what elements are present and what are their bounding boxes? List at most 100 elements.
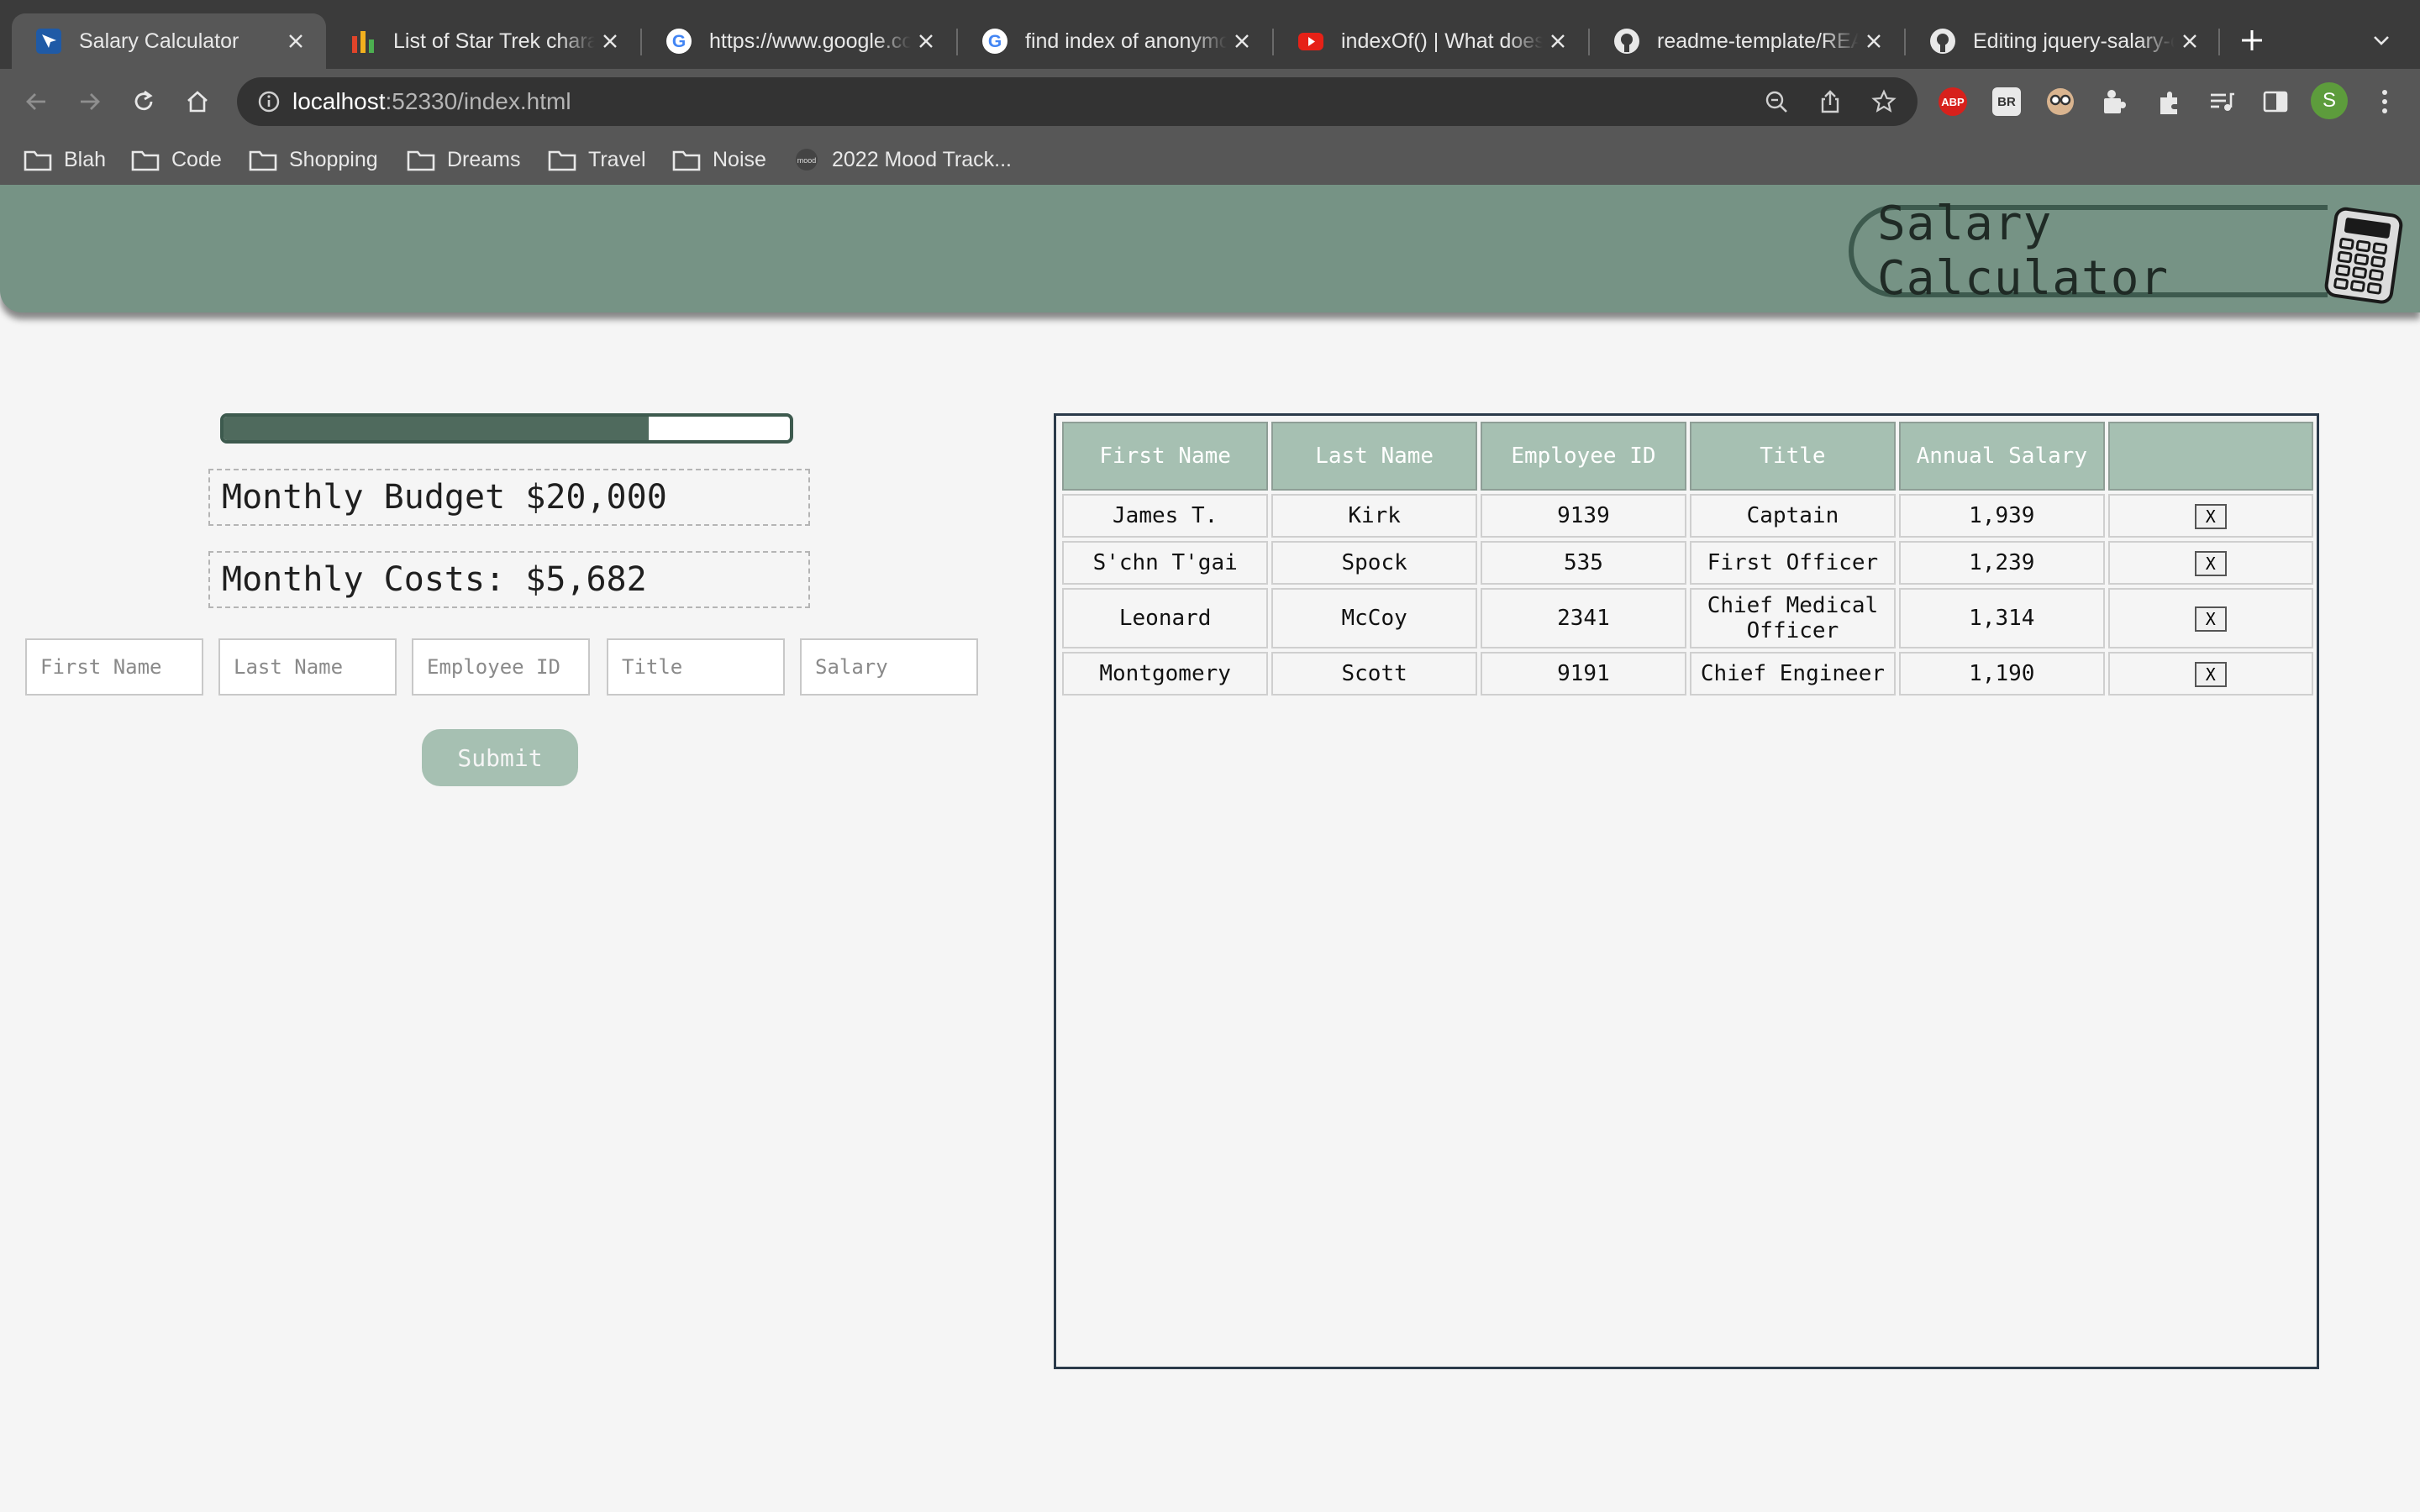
close-tab-icon[interactable] (911, 26, 941, 56)
chevron-down-icon (2374, 36, 2389, 45)
tab-title: Salary Calculator (79, 29, 239, 53)
tab-readme-template[interactable]: readme-template/README (1590, 13, 1904, 69)
bookmark-folder-travel[interactable]: Travel (548, 143, 646, 176)
kebab-menu-icon[interactable] (2368, 85, 2402, 118)
submit-button[interactable]: Submit (422, 729, 578, 786)
title-input[interactable] (607, 638, 785, 696)
br-extension-icon[interactable]: BR (1990, 85, 2023, 118)
side-panel-icon[interactable] (2259, 85, 2292, 118)
back-button[interactable] (17, 82, 55, 121)
table-header-row: First Name Last Name Employee ID Title A… (1062, 422, 2313, 491)
tab-title: List of Star Trek characters (393, 29, 595, 53)
employee-id-input[interactable] (412, 638, 590, 696)
close-tab-icon[interactable] (1227, 26, 1257, 56)
close-tab-icon[interactable] (595, 26, 625, 56)
star-icon[interactable] (1869, 87, 1899, 117)
arrow-right-icon (81, 93, 100, 110)
cell-salary: 1,190 (1898, 652, 2105, 696)
cell-title: First Officer (1689, 541, 1896, 585)
share-icon[interactable] (1815, 87, 1845, 117)
monthly-budget-text: Monthly Budget $20,000 (222, 478, 667, 517)
title-banner: Salary Calculator (1849, 197, 2328, 306)
bookmark-folder-shopping[interactable]: Shopping (249, 143, 378, 176)
folder-icon (672, 150, 701, 171)
header-last-name: Last Name (1271, 422, 1477, 491)
adblock-extension-icon[interactable]: ABP (1936, 85, 1970, 118)
cell-first-name: Montgomery (1062, 652, 1269, 696)
app-favicon-icon (35, 28, 62, 55)
salary-input[interactable] (800, 638, 978, 696)
info-icon[interactable] (255, 88, 282, 115)
monthly-costs-box: Monthly Costs: $5,682 (208, 551, 810, 608)
tab-google-url[interactable]: G https://www.google.com (642, 13, 956, 69)
bookmark-label: Dreams (447, 147, 521, 171)
tab-title: https://www.google.com (709, 29, 911, 53)
header-title: Title (1689, 422, 1896, 491)
folder-icon (24, 150, 52, 171)
zoom-icon[interactable] (1761, 87, 1791, 117)
cell-delete: X (2107, 541, 2313, 585)
bookmark-label: Blah (64, 147, 107, 171)
new-tab-button[interactable] (2233, 22, 2270, 59)
bookmark-folder-dreams[interactable]: Dreams (407, 143, 521, 176)
close-tab-icon[interactable] (1859, 26, 1889, 56)
page-title: Salary Calculator (1877, 197, 2170, 306)
page-header: Salary Calculator (0, 185, 2420, 312)
tab-separator (2218, 29, 2220, 55)
cell-delete: X (2107, 652, 2313, 696)
cell-last-name: Scott (1271, 652, 1477, 696)
svg-text:G: G (672, 32, 686, 51)
close-tab-icon[interactable] (1543, 26, 1573, 56)
github-favicon-icon (1613, 28, 1640, 55)
puzzle-piece-extension-icon[interactable] (2097, 85, 2131, 118)
tab-salary-calculator[interactable]: Salary Calculator (12, 13, 326, 69)
browser-tab-strip: Salary Calculator List of Star Trek char… (0, 0, 2420, 69)
bookmark-mood-tracker[interactable]: mood 2022 Mood Track... (793, 143, 1012, 176)
profile-avatar[interactable]: S (2311, 82, 2348, 119)
tab-title: Editing jquery-salary-calculator (1973, 29, 2175, 53)
bookmark-folder-blah[interactable]: Blah (24, 143, 106, 176)
delete-row-button[interactable]: X (2194, 550, 2227, 576)
cell-salary: 1,314 (1898, 588, 2105, 648)
budget-progress-fill (224, 417, 649, 440)
cell-title: Chief Engineer (1689, 652, 1896, 696)
address-bar[interactable]: localhost:52330/index.html (237, 77, 1918, 126)
bookmark-label: Travel (588, 147, 646, 171)
tab-title: indexOf() | What does (1341, 29, 1543, 53)
cell-last-name: Spock (1271, 541, 1477, 585)
close-tab-icon[interactable] (281, 26, 311, 56)
cell-employee-id: 2341 (1480, 588, 1686, 648)
first-name-input[interactable] (25, 638, 203, 696)
delete-row-button[interactable]: X (2194, 606, 2227, 632)
extensions-icon[interactable] (2151, 85, 2185, 118)
glasses-extension-icon[interactable] (2044, 85, 2077, 118)
bar-chart-favicon-icon (350, 28, 376, 55)
monthly-costs-text: Monthly Costs: $5,682 (222, 560, 647, 599)
calculator-icon (2324, 207, 2403, 304)
tab-find-index[interactable]: G find index of anonymous (958, 13, 1272, 69)
cell-last-name: Kirk (1271, 494, 1477, 538)
tab-indexof-youtube[interactable]: indexOf() | What does (1274, 13, 1588, 69)
delete-row-button[interactable]: X (2194, 661, 2227, 687)
tab-search-button[interactable] (2366, 25, 2396, 55)
youtube-favicon-icon (1297, 28, 1324, 55)
last-name-input[interactable] (218, 638, 397, 696)
media-queue-icon[interactable] (2205, 85, 2238, 118)
forward-button[interactable] (71, 82, 109, 121)
reload-button[interactable] (124, 82, 163, 121)
url-text: localhost:52330/index.html (292, 88, 571, 114)
tab-star-trek-characters[interactable]: List of Star Trek characters (326, 13, 640, 69)
cell-last-name: McCoy (1271, 588, 1477, 648)
delete-row-button[interactable]: X (2194, 503, 2227, 529)
close-tab-icon[interactable] (2175, 26, 2205, 56)
cell-title: Chief Medical Officer (1689, 588, 1896, 648)
cell-employee-id: 535 (1480, 541, 1686, 585)
header-first-name: First Name (1062, 422, 1269, 491)
cell-first-name: Leonard (1062, 588, 1269, 648)
home-button[interactable] (178, 82, 217, 121)
cell-salary: 1,239 (1898, 541, 2105, 585)
bookmark-folder-code[interactable]: Code (131, 143, 222, 176)
bookmark-folder-noise[interactable]: Noise (672, 143, 766, 176)
tab-editing-jquery[interactable]: Editing jquery-salary-calculator (1906, 13, 2220, 69)
cell-employee-id: 9191 (1480, 652, 1686, 696)
